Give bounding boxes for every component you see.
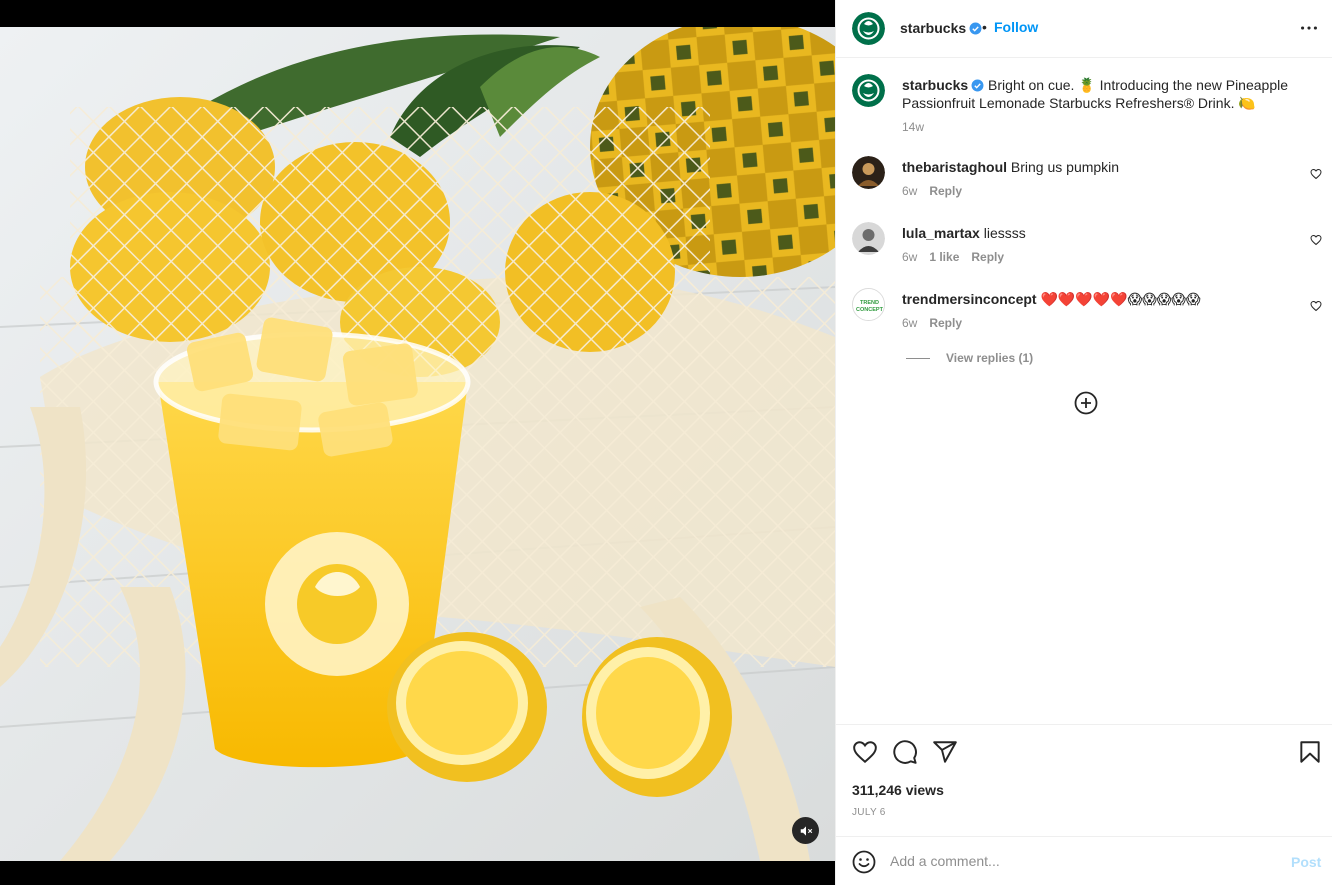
instagram-post-modal: starbucks • Follow starbucks Bright on c… [0,0,1332,885]
commenter-avatar[interactable] [852,156,885,189]
view-replies-label: View replies (1) [946,351,1034,365]
author-avatar[interactable] [852,74,885,107]
like-comment-heart-icon[interactable] [1310,300,1322,312]
svg-text:TREND: TREND [860,300,879,306]
caption-age[interactable]: 14w [902,120,924,134]
comment-item: thebaristaghoul Bring us pumpkin 6w Reply [852,156,1322,206]
share-paper-plane-icon[interactable] [932,739,958,765]
post-header: starbucks • Follow [836,0,1332,58]
view-replies-button[interactable]: View replies (1) [906,351,1033,365]
reply-button[interactable]: Reply [929,184,962,198]
starbucks-logo-icon [852,12,885,45]
post-image [0,27,835,861]
comment-input[interactable] [890,848,1270,874]
comment-username[interactable]: thebaristaghoul [902,159,1007,175]
comment-age[interactable]: 6w [902,250,917,264]
comment-username[interactable]: lula_martax [902,225,980,241]
drink-photo-illustration [0,27,835,861]
commenter-avatar[interactable] [852,222,885,255]
comment-meta: 6w Reply [902,184,974,198]
separator-dot: • [982,19,987,35]
add-comment-bar: Post [836,836,1332,885]
comment-bubble-icon[interactable] [892,739,918,765]
comment-username[interactable]: trendmersinconcept [902,291,1037,307]
comment-text-block: thebaristaghoul Bring us pumpkin [902,158,1297,176]
author-username[interactable]: starbucks [900,20,982,36]
starbucks-logo-icon [852,74,885,107]
comment-text-block: lula_martax liessss [902,224,1297,242]
caption-row: starbucks Bright on cue. 🍍 Introducing t… [852,74,1322,134]
svg-text:CONCEPT: CONCEPT [856,307,884,313]
save-bookmark-icon[interactable] [1297,739,1323,765]
follow-button[interactable]: Follow [994,19,1038,35]
comments-list[interactable]: starbucks Bright on cue. 🍍 Introducing t… [836,58,1332,724]
caption-username[interactable]: starbucks [902,77,968,93]
comment-meta: 6w Reply [902,316,974,330]
comment-text: ❤️❤️❤️❤️❤️😱😱😱😱😱 [1040,291,1201,307]
author-avatar[interactable] [852,12,885,45]
like-heart-icon[interactable] [852,739,878,765]
post-date[interactable]: JULY 6 [852,807,886,818]
commenter-avatar[interactable]: TREND CONCEPT [852,288,885,321]
replies-divider-line [906,358,930,360]
post-comment-button[interactable]: Post [1291,854,1321,870]
comment-item: lula_martax liessss 6w 1 like Reply [852,222,1322,272]
caption-meta: 14w [902,120,936,134]
emoji-smiley-icon[interactable] [852,850,876,874]
comment-meta: 6w 1 like Reply [902,250,1016,264]
post-media[interactable] [0,0,835,885]
reply-button[interactable]: Reply [971,250,1004,264]
post-actions: 311,246 views JULY 6 [836,724,1332,836]
verified-badge-icon [969,22,982,35]
mute-button[interactable] [792,817,819,844]
like-comment-heart-icon[interactable] [1310,168,1322,180]
more-options-icon[interactable] [1298,17,1320,39]
load-more-comments-icon[interactable] [1074,391,1098,415]
avatar-image-icon [852,222,885,255]
view-count[interactable]: 311,246 views [852,782,944,798]
comment-text-block: trendmersinconcept ❤️❤️❤️❤️❤️😱😱😱😱😱 [902,290,1297,308]
avatar-image-icon [852,156,885,189]
post-side-panel: starbucks • Follow starbucks Bright on c… [835,0,1332,885]
mute-icon [800,825,812,836]
reply-button[interactable]: Reply [929,316,962,330]
caption-text-block: starbucks Bright on cue. 🍍 Introducing t… [902,76,1297,112]
comment-likes[interactable]: 1 like [929,250,959,264]
comment-age[interactable]: 6w [902,316,917,330]
comment-item: TREND CONCEPT trendmersinconcept ❤️❤️❤️❤… [852,288,1322,338]
trend-concept-logo-icon: TREND CONCEPT [853,289,884,320]
like-comment-heart-icon[interactable] [1310,234,1322,246]
comment-age[interactable]: 6w [902,184,917,198]
verified-badge-icon [971,79,984,92]
comment-text: Bring us pumpkin [1010,159,1120,175]
comment-text: liessss [983,225,1026,241]
